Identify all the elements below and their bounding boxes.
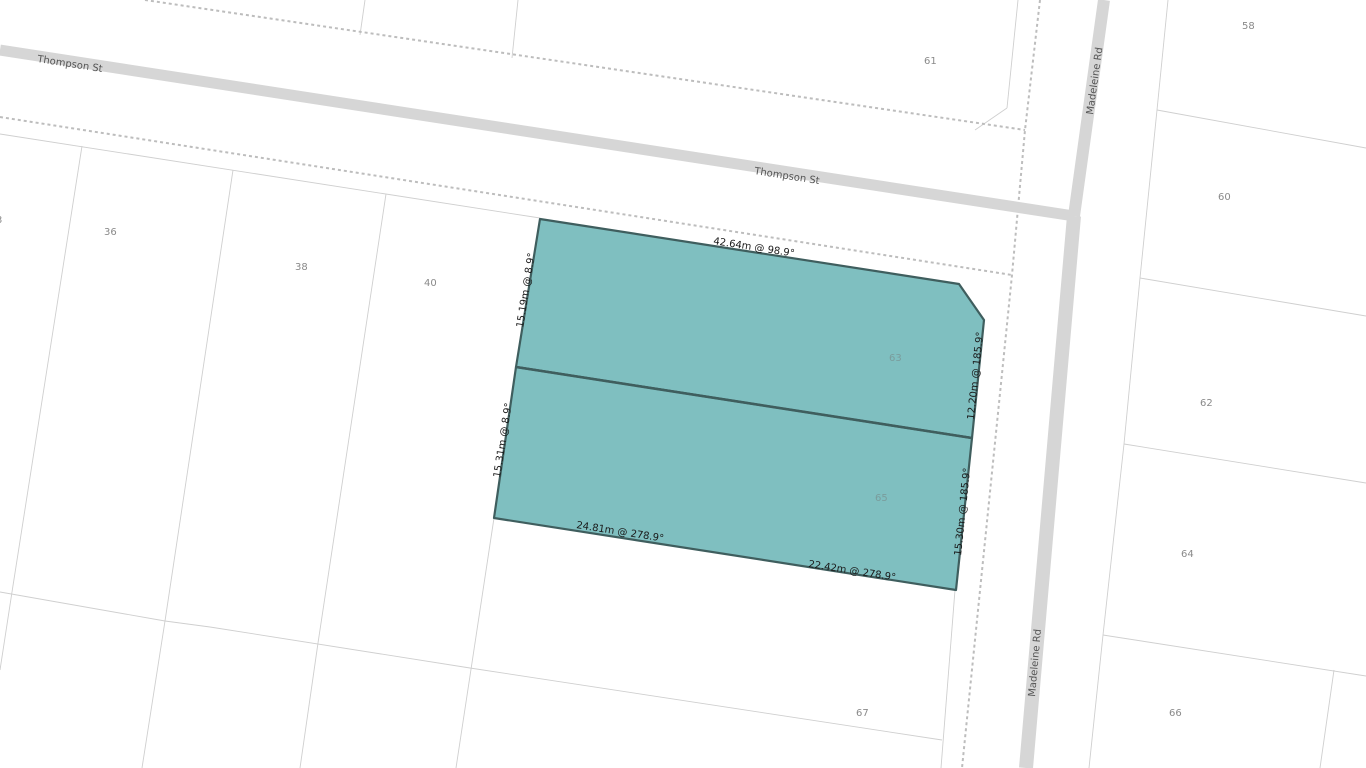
lot-number: 40 [424, 278, 437, 289]
lot-number: 67 [856, 708, 869, 719]
lot-number: 63 [889, 353, 902, 364]
lot-number: 58 [1242, 21, 1255, 32]
lot-number: 60 [1218, 192, 1231, 203]
cadastral-map[interactable]: Thompson St Thompson St Madeleine Rd Mad… [0, 0, 1366, 768]
lot-number: 38 [295, 262, 308, 273]
lot-number: 66 [1169, 708, 1182, 719]
lot-number: 36 [104, 227, 117, 238]
lot-number: 62 [1200, 398, 1213, 409]
lot-number: 64 [1181, 549, 1194, 560]
lot-number: 65 [875, 493, 888, 504]
lot-number: 61 [924, 56, 937, 67]
lot-number: 3 [0, 215, 2, 226]
